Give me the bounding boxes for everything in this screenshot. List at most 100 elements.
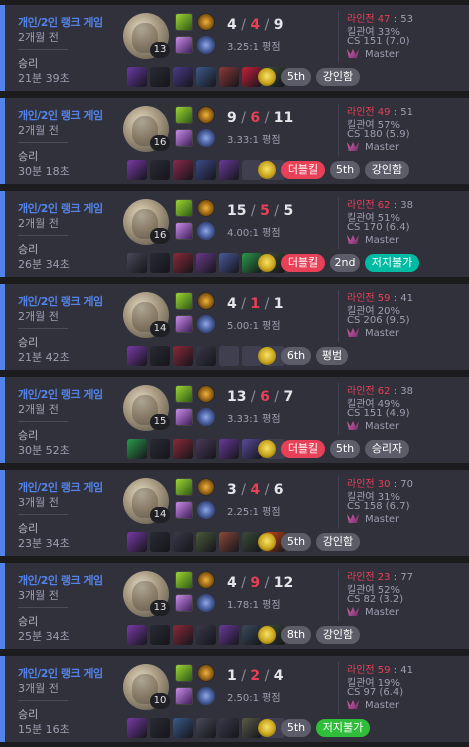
item-icon[interactable] bbox=[173, 346, 193, 366]
match-card[interactable]: 개인/2인 랭크 게임 3개월 전 승리 15분 16초 10 1 / 2 / 4 2.50… bbox=[0, 656, 469, 742]
secondary-rune-icon[interactable] bbox=[197, 129, 215, 147]
item-icon[interactable] bbox=[196, 718, 216, 738]
summoner-spell-flash-icon[interactable] bbox=[175, 478, 193, 496]
divider bbox=[18, 49, 68, 50]
item-icon[interactable] bbox=[173, 532, 193, 552]
item-icon[interactable] bbox=[196, 160, 216, 180]
summoner-spell-flash-icon[interactable] bbox=[175, 385, 193, 403]
trinket-ward-icon[interactable] bbox=[258, 254, 276, 272]
item-icon[interactable] bbox=[150, 346, 170, 366]
summoner-spell-flash-icon[interactable] bbox=[175, 13, 193, 31]
master-tier-icon bbox=[347, 328, 359, 337]
item-icon[interactable] bbox=[196, 439, 216, 459]
item-icon[interactable] bbox=[219, 67, 239, 87]
item-icon[interactable] bbox=[150, 718, 170, 738]
item-icon[interactable] bbox=[127, 253, 147, 273]
item-icon[interactable] bbox=[219, 625, 239, 645]
tier-label: Master bbox=[365, 607, 400, 618]
summoner-spell-ghost-icon[interactable] bbox=[175, 687, 193, 705]
item-icon[interactable] bbox=[196, 625, 216, 645]
summoner-spell-ghost-icon[interactable] bbox=[175, 408, 193, 426]
assists: 4 bbox=[273, 668, 284, 684]
match-card[interactable]: 개인/2인 랭크 게임 2개월 전 승리 30분 18초 16 9 / 6 / 11 3.3… bbox=[0, 98, 469, 184]
summoner-spell-flash-icon[interactable] bbox=[175, 106, 193, 124]
item-icon[interactable] bbox=[173, 253, 193, 273]
match-card[interactable]: 개인/2인 랭크 게임 2개월 전 승리 26분 34초 16 15 / 5 / 5 4.0… bbox=[0, 191, 469, 277]
item-icon[interactable] bbox=[150, 532, 170, 552]
secondary-rune-icon[interactable] bbox=[197, 315, 215, 333]
trinket-ward-icon[interactable] bbox=[258, 68, 276, 86]
item-icon[interactable] bbox=[219, 439, 239, 459]
item-icon[interactable] bbox=[196, 253, 216, 273]
summoner-spell-ghost-icon[interactable] bbox=[175, 594, 193, 612]
secondary-rune-icon[interactable] bbox=[197, 501, 215, 519]
kda-separator: / bbox=[260, 668, 274, 684]
item-icon[interactable] bbox=[196, 67, 216, 87]
item-icon[interactable] bbox=[196, 346, 216, 366]
item-icon[interactable] bbox=[150, 160, 170, 180]
summoner-spell-ghost-icon[interactable] bbox=[175, 129, 193, 147]
secondary-rune-icon[interactable] bbox=[197, 222, 215, 240]
trinket-ward-icon[interactable] bbox=[258, 161, 276, 179]
kda-separator: / bbox=[260, 575, 274, 591]
summoner-spell-flash-icon[interactable] bbox=[175, 199, 193, 217]
item-icon[interactable] bbox=[127, 718, 147, 738]
item-icon[interactable] bbox=[219, 160, 239, 180]
keystone-rune-icon[interactable] bbox=[197, 106, 215, 124]
secondary-rune-icon[interactable] bbox=[197, 687, 215, 705]
item-icon[interactable] bbox=[127, 160, 147, 180]
summoner-spell-flash-icon[interactable] bbox=[175, 292, 193, 310]
item-icon[interactable] bbox=[150, 253, 170, 273]
keystone-rune-icon[interactable] bbox=[197, 385, 215, 403]
match-card[interactable]: 개인/2인 랭크 게임 2개월 전 승리 21분 39초 13 4 / 4 / 9 3.25… bbox=[0, 5, 469, 91]
match-card[interactable]: 개인/2인 랭크 게임 3개월 전 승리 23분 34초 14 3 / 4 / 6 2.25… bbox=[0, 470, 469, 556]
item-icon[interactable] bbox=[219, 253, 239, 273]
trinket-ward-icon[interactable] bbox=[258, 347, 276, 365]
achievement-badge: 저지불가 bbox=[316, 719, 370, 737]
trinket-ward-icon[interactable] bbox=[258, 533, 276, 551]
lane-score-opponent: 51 bbox=[400, 107, 413, 118]
keystone-rune-icon[interactable] bbox=[197, 664, 215, 682]
item-icon[interactable] bbox=[173, 67, 193, 87]
item-icon[interactable] bbox=[173, 439, 193, 459]
trinket-ward-icon[interactable] bbox=[258, 626, 276, 644]
item-icon[interactable] bbox=[219, 718, 239, 738]
item-icon[interactable] bbox=[173, 160, 193, 180]
item-icon[interactable] bbox=[127, 67, 147, 87]
item-icon[interactable] bbox=[127, 439, 147, 459]
summoner-spell-ghost-icon[interactable] bbox=[175, 36, 193, 54]
item-icon[interactable] bbox=[127, 625, 147, 645]
secondary-rune-icon[interactable] bbox=[197, 408, 215, 426]
item-icon[interactable] bbox=[127, 532, 147, 552]
achievement-badge: 평범 bbox=[316, 347, 348, 365]
item-icon[interactable] bbox=[150, 439, 170, 459]
item-icon[interactable] bbox=[219, 532, 239, 552]
summoner-spell-ghost-icon[interactable] bbox=[175, 315, 193, 333]
keystone-rune-icon[interactable] bbox=[197, 571, 215, 589]
summoner-spell-flash-icon[interactable] bbox=[175, 664, 193, 682]
keystone-rune-icon[interactable] bbox=[197, 478, 215, 496]
trinket-ward-icon[interactable] bbox=[258, 440, 276, 458]
secondary-rune-icon[interactable] bbox=[197, 594, 215, 612]
game-duration: 30분 52초 bbox=[18, 444, 70, 457]
match-card[interactable]: 개인/2인 랭크 게임 3개월 전 승리 25분 34초 13 4 / 9 / 12 1.7… bbox=[0, 563, 469, 649]
match-card[interactable]: 개인/2인 랭크 게임 2개월 전 승리 30분 52초 15 13 / 6 / 7 3.3… bbox=[0, 377, 469, 463]
summoner-spell-flash-icon[interactable] bbox=[175, 571, 193, 589]
deaths: 1 bbox=[250, 296, 261, 312]
keystone-rune-icon[interactable] bbox=[197, 199, 215, 217]
secondary-rune-icon[interactable] bbox=[197, 36, 215, 54]
keystone-rune-icon[interactable] bbox=[197, 13, 215, 31]
summoner-spell-ghost-icon[interactable] bbox=[175, 501, 193, 519]
game-duration: 15분 16초 bbox=[18, 723, 70, 736]
trinket-ward-icon[interactable] bbox=[258, 719, 276, 737]
item-icon[interactable] bbox=[150, 625, 170, 645]
keystone-rune-icon[interactable] bbox=[197, 292, 215, 310]
item-icon[interactable] bbox=[173, 718, 193, 738]
match-card[interactable]: 개인/2인 랭크 게임 2개월 전 승리 21분 42초 14 4 / 1 / 1 5.00… bbox=[0, 284, 469, 370]
item-icon[interactable] bbox=[196, 532, 216, 552]
kills: 15 bbox=[227, 203, 247, 219]
item-icon[interactable] bbox=[127, 346, 147, 366]
summoner-spell-ghost-icon[interactable] bbox=[175, 222, 193, 240]
item-icon[interactable] bbox=[173, 625, 193, 645]
item-icon[interactable] bbox=[150, 67, 170, 87]
